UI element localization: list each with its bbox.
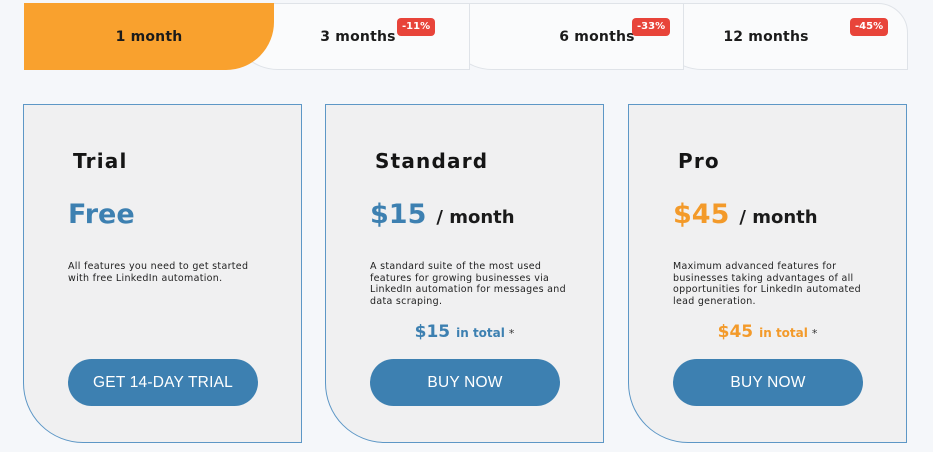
pricing-page: 12 months -45% 6 months -33% 3 months -1… [0,0,933,452]
plan-price: Free [68,199,135,230]
plan-name: Standard [375,149,489,173]
tab-label: 6 months [559,28,635,45]
total-footnote-mark: * [508,327,515,340]
tab-label: 12 months [723,28,809,45]
tab-label: 3 months [320,28,396,45]
price-period: / month [739,207,818,228]
price-period: / month [436,207,515,228]
price-row: Free [68,199,135,230]
tab-1-month[interactable]: 1 month [24,3,274,70]
plan-description: A standard suite of the most used featur… [370,261,566,307]
plan-description: All features you need to get started wit… [68,261,249,284]
billing-period-tabs: 12 months -45% 6 months -33% 3 months -1… [24,3,908,70]
plan-card-standard: Standard $15 / month A standard suite of… [325,104,604,443]
plan-name: Pro [678,149,720,173]
total-row: $45 in total * [629,322,906,342]
plan-card-trial: Trial Free All features you need to get … [23,104,302,443]
price-row: $45 / month [673,199,818,230]
buy-pro-button[interactable]: BUY NOW [673,359,863,406]
total-price: $15 [414,322,451,342]
discount-badge: -11% [397,18,436,36]
price-row: $15 / month [370,199,515,230]
total-label: in total [759,326,808,340]
plan-name: Trial [73,149,128,173]
tab-label: 1 month [115,28,183,45]
discount-badge: -33% [632,18,671,36]
total-price: $45 [717,322,754,342]
plan-description: Maximum advanced features for businesses… [673,261,861,307]
plan-card-pro: Pro $45 / month Maximum advanced feature… [628,104,907,443]
total-label: in total [456,326,505,340]
buy-standard-button[interactable]: BUY NOW [370,359,560,406]
total-footnote-mark: * [811,327,818,340]
start-trial-button[interactable]: GET 14-DAY TRIAL [68,359,258,406]
total-row: $15 in total * [326,322,603,342]
tab-12-months[interactable]: 12 months -45% [654,3,908,70]
plan-price: $15 [370,199,427,230]
discount-badge: -45% [850,18,889,36]
tab-6-months[interactable]: 6 months -33% [444,3,684,70]
plan-price: $45 [673,199,730,230]
